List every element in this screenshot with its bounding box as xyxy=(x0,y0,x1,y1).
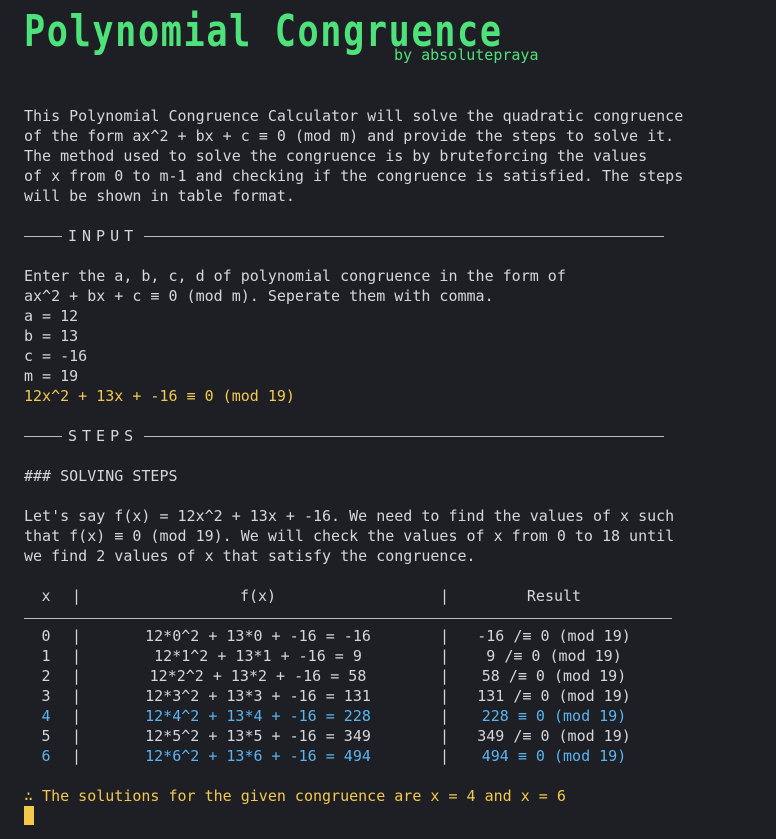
steps-explanation-line: Let's say f(x) = 12x^2 + 13x + -16. We n… xyxy=(24,507,675,525)
column-separator: | xyxy=(440,647,450,665)
column-separator: | xyxy=(72,747,82,765)
column-separator: | xyxy=(440,587,450,605)
table-row: 1 | 12*1^2 + 13*1 + -16 = 9 | 9 /≡ 0 (mod 19… xyxy=(24,646,674,666)
intro-line: The method used to solve the congruence … xyxy=(24,147,648,165)
column-separator: | xyxy=(440,727,450,745)
conclusion: ∴ The solutions for the given congruence… xyxy=(24,787,566,805)
steps-explanation-line: we find 2 values of x that satisfy the c… xyxy=(24,547,476,565)
section-label-steps: STEPS xyxy=(62,426,145,446)
cell-result: -16 /≡ 0 (mod 19) xyxy=(477,627,631,645)
cell-x: 0 xyxy=(41,627,51,645)
header-fx: f(x) xyxy=(239,587,277,605)
cell-fx: 12*6^2 + 13*6 + -16 = 494 xyxy=(145,747,371,765)
terminal-cursor xyxy=(24,806,34,825)
cell-result: 9 /≡ 0 (mod 19) xyxy=(486,647,622,665)
cell-x: 4 xyxy=(41,707,51,725)
input-prompt-line: ax^2 + bx + c ≡ 0 (mod m). Seperate them… xyxy=(24,287,494,305)
steps-explanation-line: that f(x) ≡ 0 (mod 19). We will check th… xyxy=(24,527,675,545)
cell-result: 349 /≡ 0 (mod 19) xyxy=(477,727,631,745)
input-value-b: b = 13 xyxy=(24,327,79,345)
input-value-m: m = 19 xyxy=(24,367,79,385)
table-row: 2 | 12*2^2 + 13*2 + -16 = 58 | 58 /≡ 0 (mod … xyxy=(24,666,674,686)
column-separator: | xyxy=(72,587,82,605)
header-result: Result xyxy=(526,587,582,605)
column-separator: | xyxy=(72,727,82,745)
column-separator: | xyxy=(72,667,82,685)
column-separator: | xyxy=(440,627,450,645)
column-separator: | xyxy=(440,687,450,705)
table-row: 4 | 12*4^2 + 13*4 + -16 = 228 | 228 ≡ 0 (mod… xyxy=(24,706,674,726)
banner: Polynomial Congruence by absolutepraya xyxy=(24,6,764,80)
cell-fx: 12*2^2 + 13*2 + -16 = 58 xyxy=(149,667,367,685)
input-value-a: a = 12 xyxy=(24,307,79,325)
section-divider-steps: STEPS xyxy=(24,426,664,446)
cell-fx: 12*1^2 + 13*1 + -16 = 9 xyxy=(154,647,362,665)
column-separator: | xyxy=(72,707,82,725)
cell-result: 228 ≡ 0 (mod 19) xyxy=(481,707,627,725)
intro-line: This Polynomial Congruence Calculator wi… xyxy=(24,107,684,125)
cell-fx: 12*5^2 + 13*5 + -16 = 349 xyxy=(145,727,371,745)
table-row: 6 | 12*6^2 + 13*6 + -16 = 494 | 494 ≡ 0 (mod… xyxy=(24,746,674,766)
cell-result: 131 /≡ 0 (mod 19) xyxy=(477,687,631,705)
table-row: 3 | 12*3^2 + 13*3 + -16 = 131 | 131 /≡ 0 (mo… xyxy=(24,686,674,706)
table-row: 0 | 12*0^2 + 13*0 + -16 = -16 | -16 /≡ 0 (mo… xyxy=(24,626,674,646)
table-header: x | f(x) | Result xyxy=(24,586,674,606)
table-row: 5 | 12*5^2 + 13*5 + -16 = 349 | 349 /≡ 0 (mo… xyxy=(24,726,674,746)
cell-x: 2 xyxy=(41,667,51,685)
cell-fx: 12*3^2 + 13*3 + -16 = 131 xyxy=(145,687,371,705)
cell-fx: 12*4^2 + 13*4 + -16 = 228 xyxy=(145,707,371,725)
cell-x: 3 xyxy=(41,687,51,705)
section-label-input: INPUT xyxy=(62,226,145,246)
column-separator: | xyxy=(440,667,450,685)
cell-x: 5 xyxy=(41,727,51,745)
input-equation: 12x^2 + 13x + -16 ≡ 0 (mod 19) xyxy=(24,387,295,405)
cell-result: 58 /≡ 0 (mod 19) xyxy=(481,667,627,685)
header-x: x xyxy=(41,587,51,605)
column-separator: | xyxy=(72,627,82,645)
steps-heading: ### SOLVING STEPS xyxy=(24,467,178,485)
cell-result: 494 ≡ 0 (mod 19) xyxy=(481,747,627,765)
cell-x: 1 xyxy=(41,647,51,665)
intro-line: of the form ax^2 + bx + c ≡ 0 (mod m) an… xyxy=(24,127,675,145)
cell-fx: 12*0^2 + 13*0 + -16 = -16 xyxy=(145,627,371,645)
intro-line: of x from 0 to m-1 and checking if the c… xyxy=(24,167,684,185)
table-header-separator xyxy=(24,618,672,619)
column-separator: | xyxy=(72,687,82,705)
column-separator: | xyxy=(440,747,450,765)
column-separator: | xyxy=(72,647,82,665)
intro-line: will be shown in table format. xyxy=(24,187,295,205)
section-divider-input: INPUT xyxy=(24,226,664,246)
banner-byline: by absolutepraya xyxy=(394,46,539,64)
input-value-c: c = -16 xyxy=(24,347,88,365)
input-prompt-line: Enter the a, b, c, d of polynomial congr… xyxy=(24,267,566,285)
column-separator: | xyxy=(440,707,450,725)
cell-x: 6 xyxy=(41,747,51,765)
